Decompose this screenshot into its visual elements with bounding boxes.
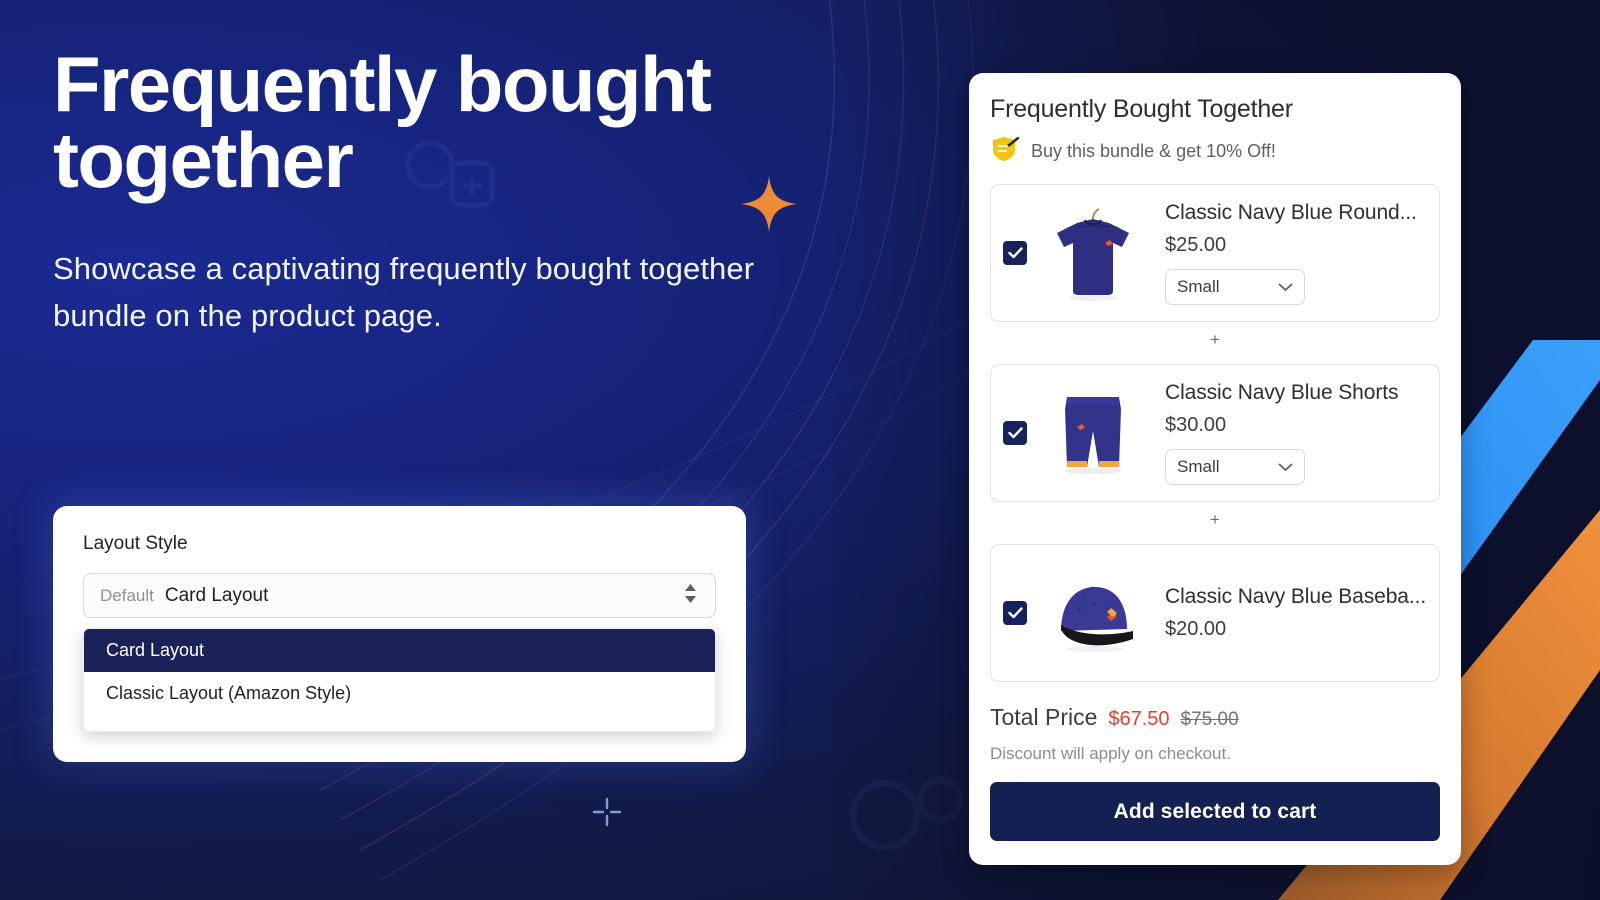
discount-tag-icon: [990, 135, 1020, 168]
bundle-promo-row: Buy this bundle & get 10% Off!: [990, 135, 1440, 168]
variant-value: Small: [1177, 277, 1220, 296]
layout-style-label: Layout Style: [83, 533, 188, 554]
table-row[interactable]: Classic Navy Blue Baseba... $20.00: [990, 544, 1440, 682]
select-prefix-label: Default: [100, 585, 154, 605]
product-checkbox-2[interactable]: [1003, 421, 1027, 445]
plus-separator-1: +: [1210, 330, 1220, 349]
frequently-bought-together-card: Frequently Bought Together Buy this bund…: [969, 73, 1461, 865]
product-variant-select-2[interactable]: Small: [1165, 449, 1305, 485]
product-info-1: Classic Navy Blue Round... $25.00 Small: [1165, 201, 1427, 305]
table-row[interactable]: Classic Navy Blue Shorts $30.00 Small: [990, 364, 1440, 502]
product-name: Classic Navy Blue Shorts: [1165, 381, 1399, 404]
dropdown-option-classic-layout[interactable]: Classic Layout (Amazon Style): [84, 672, 715, 715]
chevron-down-icon: [1278, 277, 1293, 297]
layout-style-select[interactable]: Default Card Layout: [83, 573, 716, 618]
product-info-3: Classic Navy Blue Baseba... $20.00: [1165, 585, 1427, 641]
dropdown-option-card-layout[interactable]: Card Layout: [84, 629, 715, 672]
layout-style-panel: Layout Style Default Card Layout Card La…: [53, 506, 746, 762]
product-checkbox-3[interactable]: [1003, 601, 1027, 625]
discount-note: Discount will apply on checkout.: [990, 744, 1231, 763]
plus-separator-2: +: [1210, 510, 1220, 529]
product-image-shorts: [1037, 379, 1149, 487]
total-price-line: Total Price $67.50 $75.00: [990, 704, 1440, 731]
total-price-label: Total Price: [990, 704, 1098, 730]
variant-value: Small: [1177, 457, 1220, 476]
product-name: Classic Navy Blue Round...: [1165, 201, 1417, 224]
bundle-promo-text: Buy this bundle & get 10% Off!: [1031, 141, 1276, 161]
product-image-tshirt: [1037, 199, 1149, 307]
page-title: Frequently bought together: [53, 40, 712, 205]
product-info-2: Classic Navy Blue Shorts $30.00 Small: [1165, 381, 1427, 485]
product-price: $20.00: [1165, 618, 1227, 640]
product-name: Classic Navy Blue Baseba...: [1165, 585, 1427, 608]
totals-section: Total Price $67.50 $75.00 Discount will …: [990, 704, 1440, 764]
table-row[interactable]: Classic Navy Blue Round... $25.00 Small: [990, 184, 1440, 322]
product-price: $30.00: [1165, 414, 1227, 436]
chevron-down-icon: [1278, 457, 1293, 477]
add-selected-to-cart-button[interactable]: Add selected to cart: [990, 782, 1440, 841]
layout-style-dropdown[interactable]: Card Layout Classic Layout (Amazon Style…: [83, 628, 716, 732]
product-image-cap: [1037, 559, 1149, 667]
select-updown-arrows-icon: [684, 583, 697, 609]
product-checkbox-1[interactable]: [1003, 241, 1027, 265]
total-price-discounted: $67.50: [1108, 708, 1170, 730]
total-price-original: $75.00: [1180, 709, 1239, 730]
crosshair-marker-icon: [592, 797, 622, 827]
product-variant-select-1[interactable]: Small: [1165, 269, 1305, 305]
bundle-card-title: Frequently Bought Together: [990, 95, 1293, 123]
select-selected-value: Card Layout: [164, 584, 269, 606]
hero-section: Frequently bought together Showcase a ca…: [53, 40, 893, 339]
hero-subtitle: Showcase a captivating frequently bought…: [53, 250, 755, 333]
product-price: $25.00: [1165, 234, 1227, 256]
